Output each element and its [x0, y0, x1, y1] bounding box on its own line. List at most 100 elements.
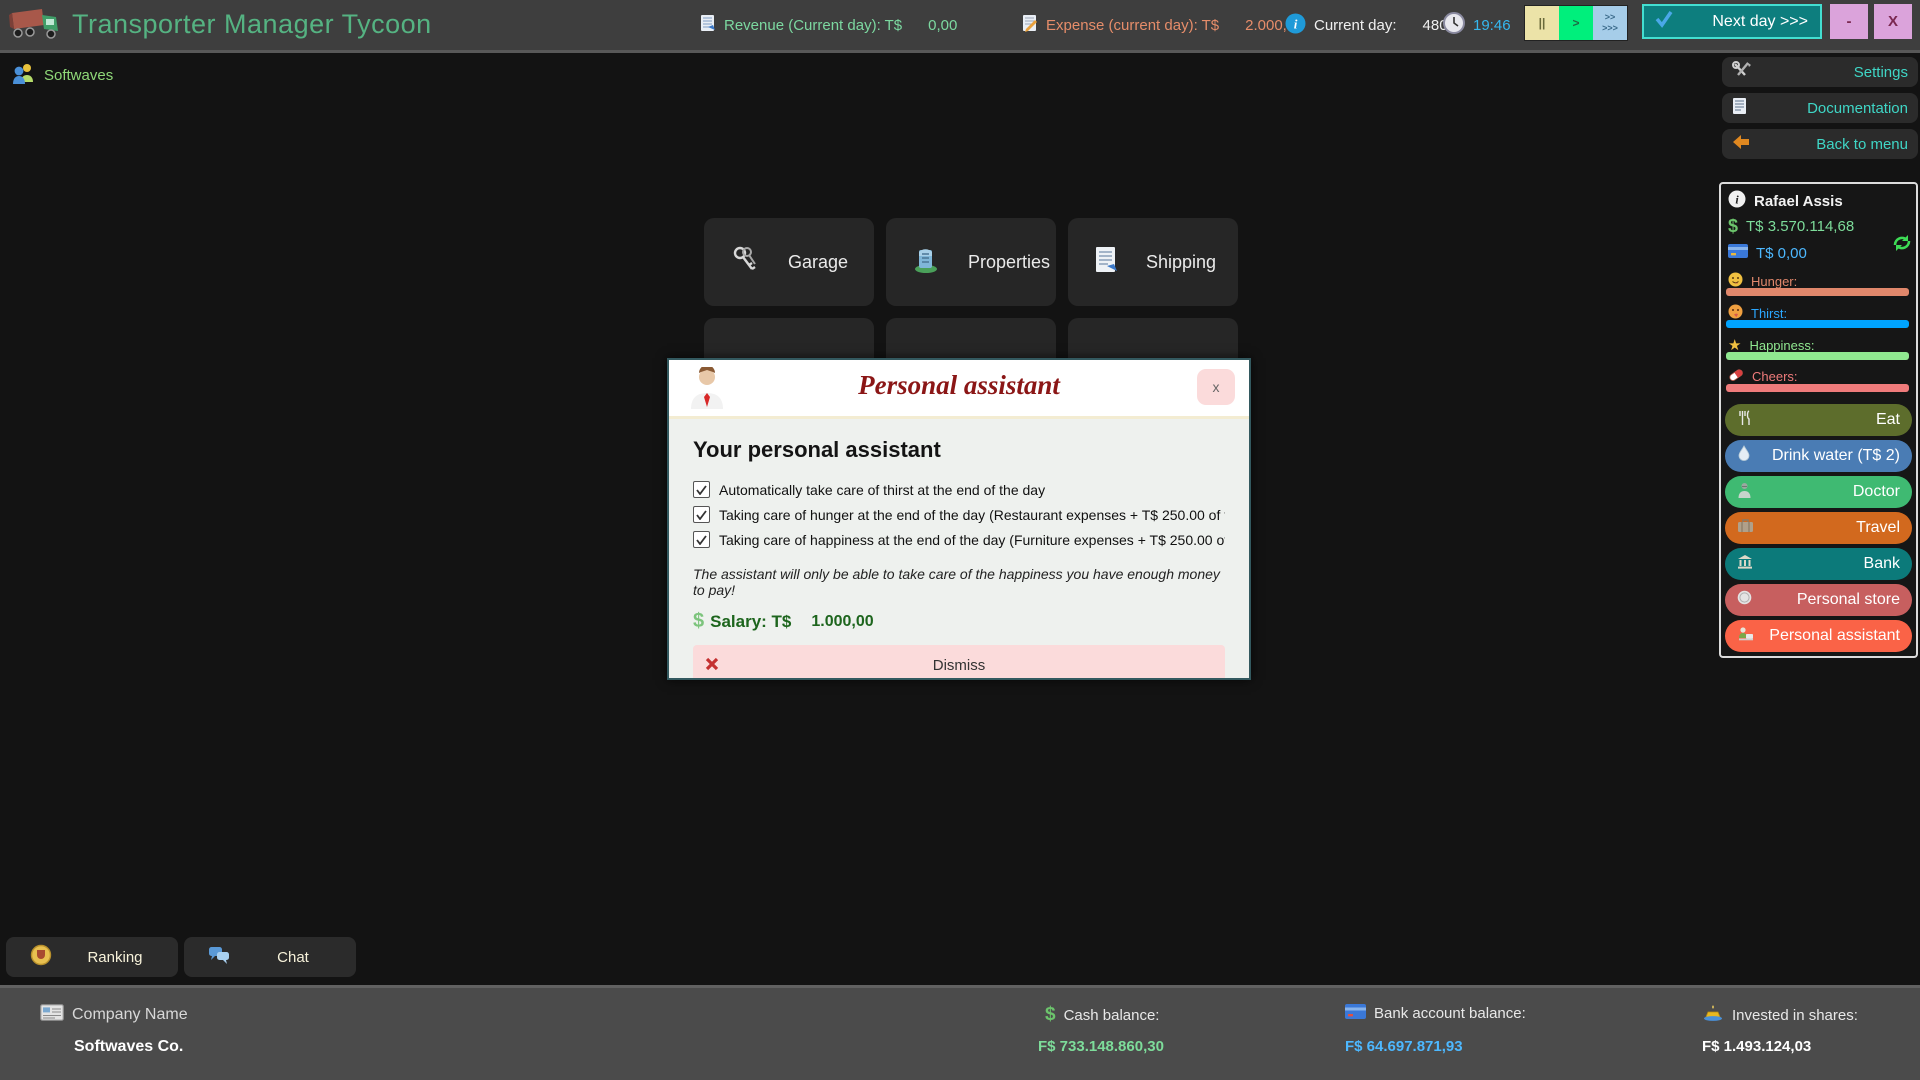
close-window-button[interactable]: X	[1874, 4, 1912, 39]
option-hunger[interactable]: Taking care of hunger at the end of the …	[693, 502, 1225, 527]
salary-label: Salary: T$	[710, 612, 791, 632]
sidebar-item-label: Documentation	[1807, 100, 1908, 117]
game-speed-controls: || > >>>>>	[1524, 5, 1628, 41]
expense-doc-icon	[1022, 14, 1038, 36]
company-name-label-row: Company Name	[40, 1004, 188, 1026]
eat-icon	[1737, 410, 1753, 431]
company-chip-label: Softwaves	[44, 67, 113, 84]
revenue-label: Revenue (Current day): T$	[724, 17, 902, 34]
personal-assistant-modal: Personal assistant x Your personal assis…	[667, 358, 1251, 680]
company-chip: Softwaves	[12, 62, 113, 88]
doctor-button[interactable]: Doctor	[1725, 476, 1912, 508]
menu-button-garage[interactable]: Garage	[704, 218, 874, 306]
id-card-icon	[40, 1004, 64, 1026]
revenue-value: 0,00	[928, 17, 957, 34]
building-icon	[912, 246, 940, 279]
ranking-button[interactable]: Ranking	[6, 937, 178, 977]
svg-text:i: i	[1294, 16, 1298, 31]
gold-bar-icon	[1702, 1004, 1724, 1026]
dismiss-label: Dismiss	[933, 657, 986, 674]
option-thirst[interactable]: Automatically take care of thirst at the…	[693, 477, 1225, 502]
red-x-icon	[705, 657, 719, 675]
bank-balance-label-row: Bank account balance:	[1345, 1004, 1526, 1023]
clock-indicator: 19:46	[1443, 0, 1511, 50]
menu-button-label: Properties	[968, 252, 1050, 273]
chat-icon	[208, 945, 230, 969]
clock-icon	[1443, 12, 1465, 38]
dollar-icon: $	[1045, 1004, 1056, 1026]
player-bank-row: T$ 0,00	[1728, 244, 1807, 262]
info-icon: i	[1728, 190, 1746, 212]
cash-balance-label-row: $ Cash balance:	[1045, 1004, 1159, 1026]
personal-store-button[interactable]: Personal store	[1725, 584, 1912, 616]
coin-icon	[1737, 590, 1752, 610]
sidebar-item-documentation[interactable]: Documentation	[1722, 93, 1918, 123]
next-day-button[interactable]: Next day >>>	[1642, 4, 1822, 39]
player-name: Rafael Assis	[1754, 193, 1843, 210]
player-name-row: i Rafael Assis	[1728, 190, 1843, 212]
personal-assistant-button[interactable]: Personal assistant	[1725, 620, 1912, 652]
option-happiness[interactable]: Taking care of happiness at the end of t…	[693, 527, 1225, 552]
bank-button[interactable]: Bank	[1725, 548, 1912, 580]
time-value: 19:46	[1473, 17, 1511, 34]
menu-button-label: Garage	[788, 252, 848, 273]
expense-label: Expense (current day): T$	[1046, 17, 1219, 34]
travel-button[interactable]: Travel	[1725, 512, 1912, 544]
document-icon	[1094, 246, 1118, 279]
checkbox-checked[interactable]	[693, 481, 710, 498]
player-bank-value: T$ 0,00	[1756, 245, 1807, 262]
eat-button[interactable]: Eat	[1725, 404, 1912, 436]
modal-close-button[interactable]: x	[1197, 369, 1235, 405]
player-cash-row: $ T$ 3.570.114,68	[1728, 216, 1854, 237]
cash-balance-value: F$ 733.148.860,30	[1038, 1038, 1164, 1055]
modal-heading: Your personal assistant	[693, 437, 1225, 463]
menu-button-shipping[interactable]: Shipping	[1068, 218, 1238, 306]
document-icon	[1732, 97, 1747, 119]
checkbox-checked[interactable]	[693, 506, 710, 523]
shares-label-row: Invested in shares:	[1702, 1004, 1858, 1026]
dollar-icon: $	[693, 610, 704, 633]
hunger-bar	[1726, 288, 1909, 296]
checkbox-checked[interactable]	[693, 531, 710, 548]
menu-button-properties[interactable]: Properties	[886, 218, 1056, 306]
current-day-indicator: i Current day: 480	[1285, 0, 1448, 50]
chat-button[interactable]: Chat	[184, 937, 356, 977]
company-name-value: Softwaves Co.	[74, 1038, 183, 1056]
sidebar-item-settings[interactable]: Settings	[1722, 57, 1918, 87]
suitcase-icon	[1737, 518, 1754, 538]
cheers-bar	[1726, 384, 1909, 392]
app-title: Transporter Manager Tycoon	[72, 9, 432, 40]
thirst-bar	[1726, 320, 1909, 328]
sidebar-item-label: Settings	[1854, 64, 1908, 81]
chat-label: Chat	[277, 949, 309, 966]
pill-icon	[1728, 368, 1744, 385]
pause-button[interactable]: ||	[1525, 6, 1559, 40]
assistant-icon	[1737, 626, 1754, 646]
title-bar: Transporter Manager Tycoon Revenue (Curr…	[0, 0, 1920, 53]
refresh-icon[interactable]	[1891, 232, 1913, 259]
sidebar-item-back-to-menu[interactable]: Back to menu	[1722, 129, 1918, 159]
play-button[interactable]: >	[1559, 6, 1593, 40]
next-day-label: Next day >>>	[1712, 13, 1808, 31]
arrow-left-icon	[1732, 134, 1750, 154]
salary-row: $ Salary: T$ 1.000,00	[693, 610, 1225, 633]
medal-icon	[30, 944, 52, 970]
dismiss-button[interactable]: Dismiss	[693, 645, 1225, 678]
modal-body: Your personal assistant Automatically ta…	[669, 419, 1249, 678]
keys-icon	[730, 245, 760, 280]
fast-forward-button[interactable]: >>>>>	[1593, 6, 1627, 40]
revenue-doc-icon	[700, 14, 716, 36]
revenue-indicator: Revenue (Current day): T$ 0,00	[700, 0, 957, 50]
credit-card-icon	[1728, 244, 1748, 262]
ranking-label: Ranking	[87, 949, 142, 966]
dollar-icon: $	[1728, 216, 1738, 237]
minimize-button[interactable]: -	[1830, 4, 1868, 39]
bank-balance-value: F$ 64.697.871,93	[1345, 1038, 1463, 1055]
happiness-bar	[1726, 352, 1909, 360]
game-screen: Transporter Manager Tycoon Revenue (Curr…	[0, 0, 1920, 1080]
credit-card-icon	[1345, 1004, 1366, 1023]
drink-water-button[interactable]: Drink water (T$ 2)	[1725, 440, 1912, 472]
people-icon	[12, 62, 36, 88]
footer-bar: Company Name Softwaves Co. $ Cash balanc…	[0, 985, 1920, 1080]
info-icon: i	[1285, 13, 1306, 38]
